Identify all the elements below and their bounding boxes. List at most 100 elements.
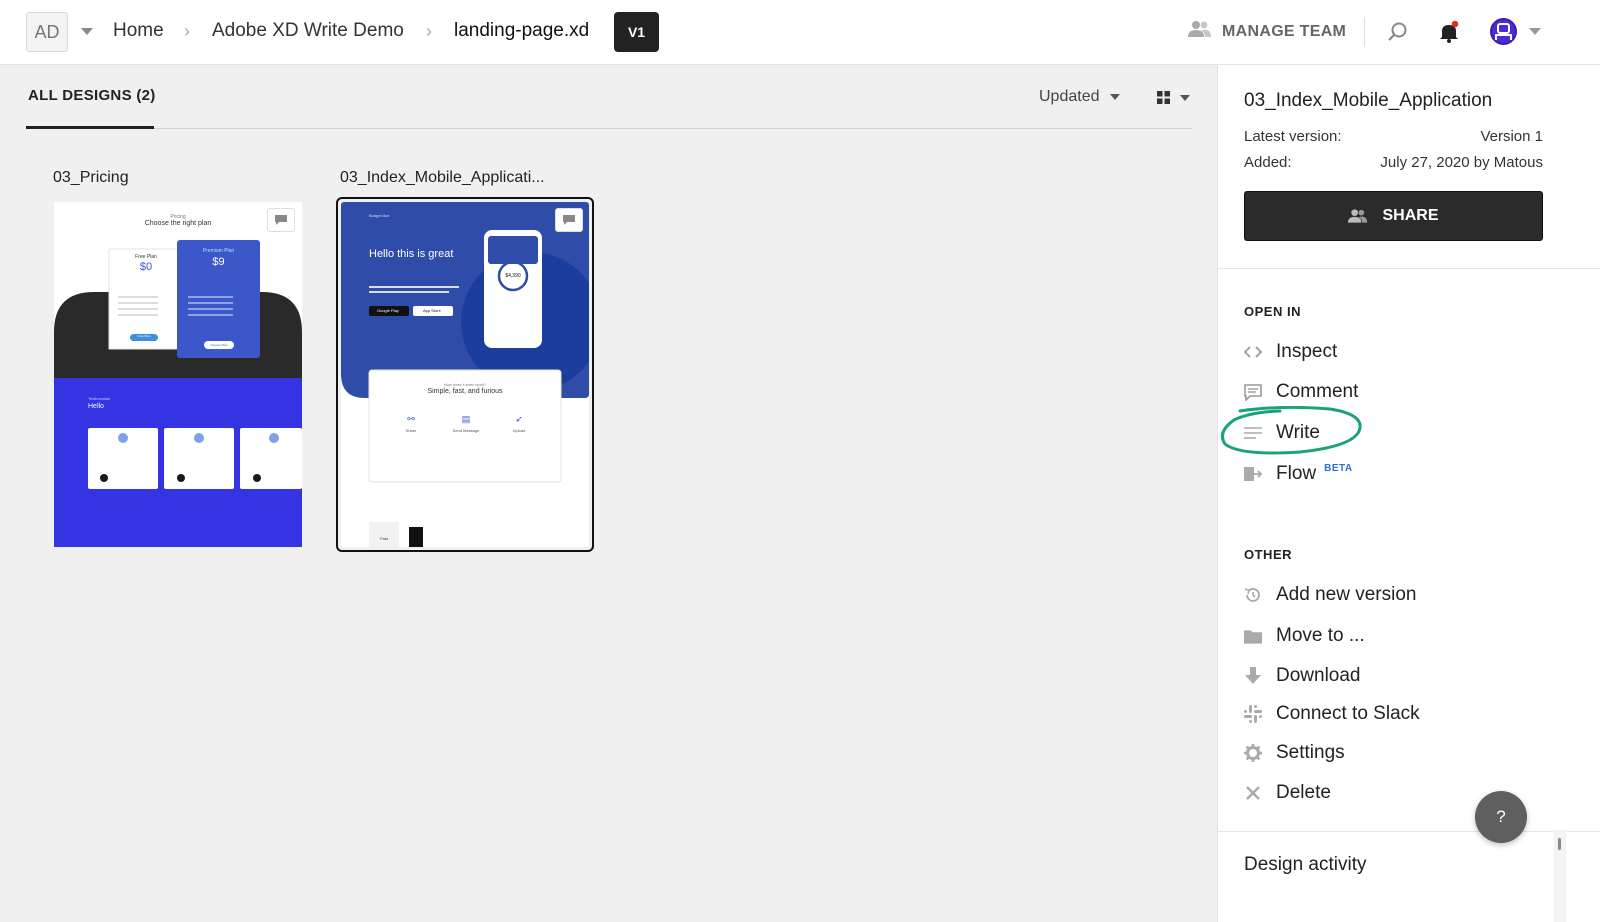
- menu-item-label: Add new version: [1276, 584, 1417, 605]
- preview-text: Testimonials: [88, 396, 111, 401]
- preview-text: How does it even work?: [443, 382, 487, 387]
- move-to-item[interactable]: Move to ...: [1244, 625, 1365, 647]
- delete-item[interactable]: Delete: [1244, 782, 1331, 804]
- grid-icon: [1157, 91, 1170, 104]
- workspace-initials: AD: [34, 21, 60, 42]
- workspace-switcher[interactable]: AD: [26, 12, 68, 52]
- menu-item-label: Inspect: [1276, 341, 1338, 362]
- help-button[interactable]: ?: [1475, 791, 1527, 843]
- divider: [1218, 831, 1600, 832]
- menu-item-label: Settings: [1276, 742, 1345, 763]
- history-icon: [1244, 586, 1262, 604]
- document-icon: ▤: [461, 414, 471, 424]
- team-icon: [1348, 209, 1368, 223]
- open-in-comment[interactable]: Comment: [1244, 381, 1358, 403]
- version-badge-label: V1: [627, 24, 646, 40]
- chevron-right-icon: ›: [184, 21, 190, 41]
- design-activity-heading[interactable]: Design activity: [1244, 854, 1367, 876]
- breadcrumb-project[interactable]: Adobe XD Write Demo: [212, 20, 404, 42]
- settings-item[interactable]: Settings: [1244, 742, 1345, 764]
- preview-text: Upload: [512, 428, 526, 433]
- added-row: Added: July 27, 2020 by Matous: [1244, 154, 1543, 171]
- search-icon[interactable]: [1386, 20, 1410, 44]
- slack-icon: [1244, 705, 1262, 723]
- chevron-down-icon: [1180, 94, 1190, 101]
- meta-label: Latest version:: [1244, 128, 1342, 145]
- preview-text: Simple, fast, and furious: [427, 388, 503, 395]
- other-heading: OTHER: [1244, 547, 1292, 562]
- designs-area: ALL DESIGNS (2) Updated 03_Pricing Prici…: [0, 65, 1217, 922]
- download-icon: [1244, 667, 1262, 685]
- open-in-heading: OPEN IN: [1244, 304, 1301, 319]
- preview-text: Google Play: [377, 308, 399, 313]
- sort-dropdown[interactable]: Updated: [1039, 88, 1120, 106]
- menu-item-label: Connect to Slack: [1276, 703, 1420, 724]
- tab-all-designs[interactable]: ALL DESIGNS (2): [28, 87, 156, 104]
- active-tab-indicator: [26, 126, 154, 129]
- folder-icon: [1244, 627, 1262, 645]
- comment-icon: [1244, 383, 1262, 401]
- share-label: SHARE: [1382, 207, 1439, 224]
- scrollbar-thumb[interactable]: [1558, 838, 1561, 850]
- add-new-version-item[interactable]: Add new version: [1244, 584, 1416, 606]
- divider: [26, 128, 1192, 129]
- panel-title: 03_Index_Mobile_Application: [1244, 90, 1493, 111]
- preview-text: Choose the right plan: [144, 220, 212, 227]
- preview-text: $0: [139, 261, 153, 273]
- preview-text: Budget Ace: [369, 213, 390, 218]
- preview-text: Premium Plan: [202, 248, 235, 254]
- design-thumbnail[interactable]: Pricing Choose the right plan Free Plan …: [54, 202, 302, 547]
- menu-item-label: Download: [1276, 665, 1361, 686]
- chevron-down-icon[interactable]: [1529, 28, 1541, 35]
- menu-item-label: Move to ...: [1276, 625, 1365, 646]
- preview-text: $9: [212, 256, 225, 268]
- preview-text: Share: [405, 428, 417, 433]
- view-mode-dropdown[interactable]: [1157, 91, 1190, 104]
- divider: [1364, 17, 1365, 47]
- preview-text: Hello this is great: [369, 248, 454, 260]
- manage-team-button[interactable]: MANAGE TEAM: [1188, 20, 1346, 43]
- preview-text: $4,390: [505, 273, 521, 279]
- connect-to-slack-item[interactable]: Connect to Slack: [1244, 703, 1420, 725]
- top-bar: AD Home › Adobe XD Write Demo › landing-…: [0, 0, 1600, 65]
- open-in-inspect[interactable]: Inspect: [1244, 341, 1337, 363]
- manage-team-label: MANAGE TEAM: [1222, 22, 1347, 40]
- open-in-flow[interactable]: Flow BETA: [1244, 463, 1353, 485]
- preview-text: Free Plan: [135, 254, 157, 260]
- download-item[interactable]: Download: [1244, 665, 1361, 687]
- avatar[interactable]: [1490, 18, 1517, 45]
- breadcrumb-file: landing-page.xd: [454, 20, 590, 41]
- team-icon: [1188, 20, 1212, 43]
- design-title[interactable]: 03_Pricing: [53, 169, 129, 187]
- chevron-right-icon: ›: [426, 21, 432, 41]
- share-button[interactable]: SHARE: [1244, 191, 1543, 241]
- help-label: ?: [1496, 807, 1506, 826]
- menu-item-label: Comment: [1276, 381, 1359, 402]
- details-panel: 03_Index_Mobile_Application Latest versi…: [1217, 65, 1600, 922]
- divider: [1218, 268, 1600, 269]
- menu-item-label: Flow: [1276, 463, 1317, 484]
- beta-badge: BETA: [1324, 462, 1353, 474]
- highlight-annotation: [1221, 406, 1362, 455]
- sort-label: Updated: [1039, 88, 1100, 105]
- preview-text: Send Message: [452, 428, 480, 433]
- preview-text: App Store: [423, 308, 441, 313]
- latest-version-row: Latest version: Version 1: [1244, 128, 1543, 145]
- design-thumbnail[interactable]: Budget Ace Hello this is great Google Pl…: [341, 202, 589, 547]
- bell-icon[interactable]: [1436, 19, 1462, 45]
- preview-text: Free Plan: [137, 334, 151, 338]
- comment-icon[interactable]: [267, 208, 295, 232]
- comment-icon[interactable]: [555, 208, 583, 232]
- preview-text: Fast: [380, 536, 388, 541]
- design-title[interactable]: 03_Index_Mobile_Applicati...: [340, 169, 545, 187]
- preview-text: Hello: [88, 403, 104, 410]
- menu-item-label: Delete: [1276, 782, 1331, 803]
- meta-label: Added:: [1244, 154, 1292, 171]
- preview-text: Choose Plan: [210, 343, 228, 347]
- chevron-down-icon[interactable]: [81, 28, 93, 35]
- version-badge[interactable]: V1: [614, 12, 659, 52]
- meta-value: July 27, 2020 by Matous: [1380, 154, 1543, 171]
- code-icon: [1244, 343, 1262, 361]
- share-icon: ⚯: [407, 414, 415, 424]
- breadcrumb-home[interactable]: Home: [113, 20, 164, 42]
